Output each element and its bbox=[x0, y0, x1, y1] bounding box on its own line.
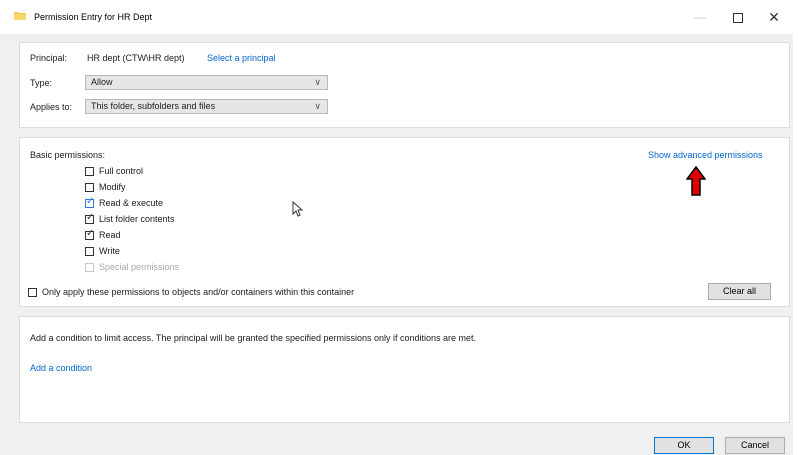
only-apply-label: Only apply these permissions to objects … bbox=[42, 287, 355, 297]
full-control-label: Full control bbox=[99, 166, 144, 176]
maximize-button[interactable] bbox=[726, 8, 750, 26]
add-condition-link[interactable]: Add a condition bbox=[30, 363, 92, 373]
read-execute-checkbox[interactable]: ✓ bbox=[85, 196, 95, 208]
screen-edge bbox=[793, 0, 798, 455]
dialog-footer: OK Cancel bbox=[0, 430, 793, 455]
permission-entry-dialog: Permission Entry for HR Dept — ✕ Princip… bbox=[0, 0, 793, 455]
clear-all-button[interactable]: Clear all bbox=[708, 283, 771, 300]
close-button[interactable]: ✕ bbox=[762, 8, 786, 26]
type-select-value: Allow bbox=[91, 77, 113, 87]
applies-to-label: Applies to: bbox=[30, 102, 73, 112]
list-folder-contents-label: List folder contents bbox=[99, 214, 175, 224]
mouse-pointer-icon bbox=[292, 201, 304, 217]
applies-to-select[interactable]: This folder, subfolders and files ∨ bbox=[85, 99, 328, 114]
basic-permissions-heading: Basic permissions: bbox=[30, 150, 106, 160]
full-control-checkbox[interactable] bbox=[85, 167, 94, 176]
special-permissions-checkbox bbox=[85, 263, 94, 272]
write-label: Write bbox=[99, 246, 120, 256]
modify-label: Modify bbox=[99, 182, 126, 192]
title-bar: Permission Entry for HR Dept — ✕ bbox=[0, 0, 793, 34]
minimize-button[interactable]: — bbox=[688, 8, 712, 26]
condition-description: Add a condition to limit access. The pri… bbox=[30, 333, 477, 343]
folder-icon bbox=[14, 12, 26, 20]
read-label: Read bbox=[99, 230, 121, 240]
read-checkbox[interactable]: ✓ bbox=[85, 228, 95, 240]
show-advanced-permissions-link[interactable]: Show advanced permissions bbox=[648, 150, 763, 160]
applies-to-select-value: This folder, subfolders and files bbox=[91, 101, 216, 111]
principal-label: Principal: bbox=[30, 53, 68, 63]
chevron-down-icon: ∨ bbox=[314, 77, 321, 87]
ok-button[interactable]: OK bbox=[654, 437, 714, 454]
checkmark-icon: ✓ bbox=[86, 228, 95, 239]
cancel-button[interactable]: Cancel bbox=[725, 437, 785, 454]
permissions-panel: Basic permissions: Show advanced permiss… bbox=[19, 137, 790, 307]
read-execute-label: Read & execute bbox=[99, 198, 164, 208]
write-checkbox[interactable] bbox=[85, 247, 94, 256]
modify-checkbox[interactable] bbox=[85, 183, 94, 192]
type-select[interactable]: Allow ∨ bbox=[85, 75, 328, 90]
list-folder-contents-checkbox[interactable]: ✓ bbox=[85, 212, 95, 224]
chevron-down-icon: ∨ bbox=[314, 101, 321, 111]
select-principal-link[interactable]: Select a principal bbox=[207, 53, 276, 63]
principal-panel: Principal: HR dept (CTW\HR dept) Select … bbox=[19, 42, 790, 128]
red-up-arrow-icon bbox=[686, 166, 706, 196]
principal-value: HR dept (CTW\HR dept) bbox=[87, 53, 185, 63]
special-permissions-label: Special permissions bbox=[99, 262, 180, 272]
window-title: Permission Entry for HR Dept bbox=[34, 12, 153, 22]
condition-panel: Add a condition to limit access. The pri… bbox=[19, 316, 790, 423]
type-label: Type: bbox=[30, 78, 53, 88]
maximize-icon bbox=[733, 12, 743, 23]
only-apply-checkbox[interactable] bbox=[28, 288, 37, 297]
checkmark-icon: ✓ bbox=[86, 196, 95, 207]
checkmark-icon: ✓ bbox=[86, 212, 95, 223]
